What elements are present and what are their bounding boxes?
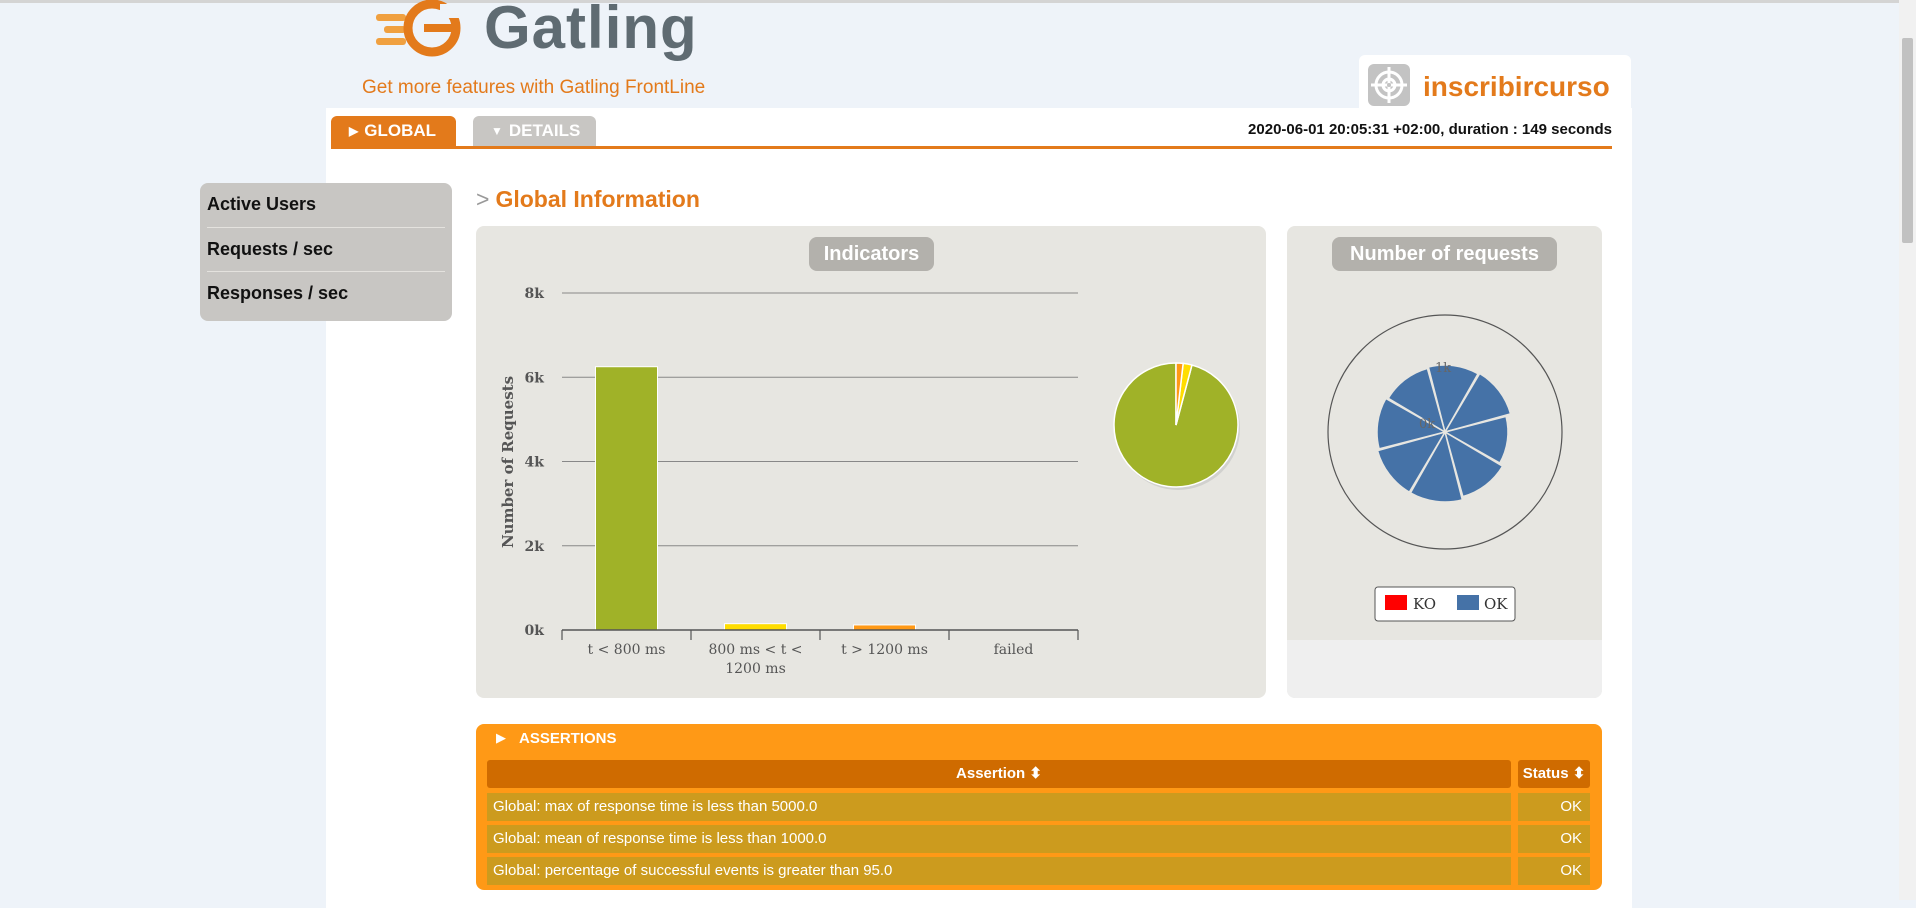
indicators-panel: Indicators 0k 2k 4k 6k 8k t < 800 ms 800 ms <… bbox=[476, 226, 1266, 698]
assertions-panel: ▶ ASSERTIONS Assertion ⬍ Status ⬍ Global… bbox=[476, 724, 1602, 890]
x-tick-label: t < 800 ms bbox=[588, 642, 666, 658]
x-tick-label: 800 ms < t < bbox=[708, 642, 802, 658]
requests-panel-footer bbox=[1287, 640, 1602, 698]
x-tick-label: 1200 ms bbox=[725, 661, 786, 677]
y-tick-label: 6k bbox=[525, 370, 545, 386]
scrollbar-thumb[interactable] bbox=[1902, 38, 1913, 243]
triangle-right-icon: ▶ bbox=[496, 730, 506, 745]
y-tick-label: 0k bbox=[525, 623, 545, 639]
y-axis-label: Number of Requests bbox=[499, 376, 517, 548]
status-cell: OK bbox=[1518, 825, 1590, 853]
legend-ko-label[interactable]: KO bbox=[1413, 595, 1436, 613]
tab-global-label: GLOBAL bbox=[364, 121, 437, 140]
bar[interactable] bbox=[724, 623, 787, 631]
simulation-name: inscribircurso bbox=[1423, 71, 1610, 102]
indicators-pie bbox=[1113, 362, 1240, 490]
y-tick-label: 4k bbox=[525, 455, 545, 471]
vertical-scrollbar[interactable] bbox=[1899, 0, 1916, 900]
indicators-chart: 0k 2k 4k 6k 8k t < 800 ms 800 ms < t < 1200 ms… bbox=[499, 286, 1240, 677]
window-top-border bbox=[0, 0, 1916, 3]
polar-tick-1k: 1k bbox=[1435, 361, 1451, 376]
section-title: > Global Information bbox=[476, 186, 700, 213]
assertions-title[interactable]: ASSERTIONS bbox=[519, 730, 617, 747]
status-cell: OK bbox=[1518, 857, 1590, 885]
triangle-right-icon: ▶ bbox=[349, 124, 359, 138]
y-tick-label: 8k bbox=[525, 286, 545, 302]
tab-details-label: DETAILS bbox=[508, 121, 581, 140]
assertion-cell: Global: percentage of successful events … bbox=[487, 857, 1511, 885]
target-icon bbox=[1368, 64, 1410, 106]
y-tick-label: 2k bbox=[525, 539, 545, 555]
table-row: Global: max of response time is less tha… bbox=[487, 793, 1590, 821]
table-row: Global: percentage of successful events … bbox=[487, 857, 1590, 885]
bar[interactable] bbox=[853, 624, 916, 631]
sidebar-item-requests-sec[interactable]: Requests / sec bbox=[207, 227, 445, 271]
assertion-column-header[interactable]: Assertion ⬍ bbox=[487, 760, 1511, 788]
tab-global[interactable]: ▶ GLOBAL bbox=[331, 116, 456, 146]
sidebar-item-responses-sec[interactable]: Responses / sec bbox=[207, 271, 445, 315]
chevron-right-icon: > bbox=[476, 186, 490, 212]
gatling-wordmark: Gatling bbox=[484, 0, 698, 61]
requests-panel: Number of requests 1k 0k KO OK bbox=[1287, 226, 1602, 698]
legend-ok-label[interactable]: OK bbox=[1484, 595, 1508, 613]
status-column-header[interactable]: Status ⬍ bbox=[1518, 760, 1590, 788]
x-tick-label: failed bbox=[994, 642, 1034, 658]
polar-tick-0k: 0k bbox=[1419, 417, 1435, 432]
table-row: Global: mean of response time is less th… bbox=[487, 825, 1590, 853]
section-title-text: Global Information bbox=[495, 186, 700, 212]
tab-underline bbox=[331, 146, 1612, 149]
simulation-header: inscribircurso bbox=[1359, 55, 1631, 115]
legend-ok-swatch bbox=[1457, 595, 1479, 610]
tab-details[interactable]: ▼ DETAILS bbox=[473, 116, 596, 146]
requests-legend: KO OK bbox=[1374, 586, 1516, 622]
assertion-cell: Global: max of response time is less tha… bbox=[487, 793, 1511, 821]
requests-polar-chart: 1k 0k KO OK bbox=[1327, 314, 1563, 622]
bar[interactable] bbox=[595, 366, 658, 631]
x-tick-label: t > 1200 ms bbox=[841, 642, 928, 658]
run-info: 2020-06-01 20:05:31 +02:00, duration : 1… bbox=[1248, 121, 1612, 138]
status-cell: OK bbox=[1518, 793, 1590, 821]
frontline-link[interactable]: Get more features with Gatling FrontLine bbox=[362, 77, 705, 99]
triangle-down-icon: ▼ bbox=[491, 124, 503, 138]
sidebar-item-active-users[interactable]: Active Users bbox=[207, 183, 445, 226]
assertion-cell: Global: mean of response time is less th… bbox=[487, 825, 1511, 853]
sidebar-menu: Active Users Requests / sec Responses / … bbox=[200, 183, 452, 321]
legend-ko-swatch bbox=[1385, 595, 1407, 610]
